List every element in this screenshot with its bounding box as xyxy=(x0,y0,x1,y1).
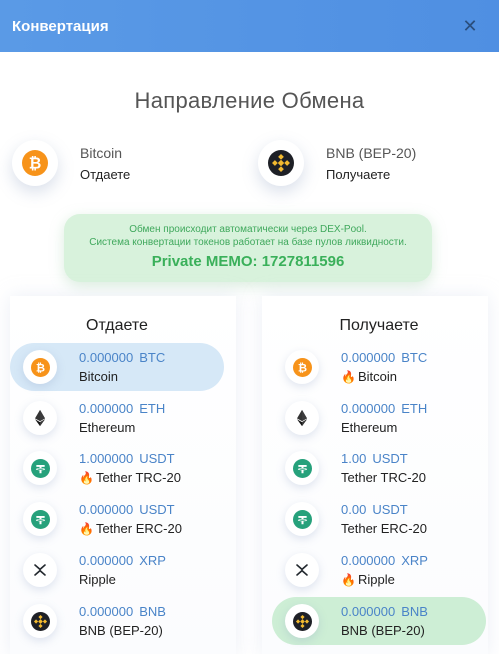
svg-text:₿: ₿ xyxy=(29,155,42,172)
fire-icon: 🔥 xyxy=(341,572,356,587)
get-column-title: Получаете xyxy=(339,317,419,334)
bitcoin-icon: ₿ xyxy=(285,350,319,384)
coin-name: BNB (BEP-20) xyxy=(341,623,425,638)
coin-amount: 1.000000 xyxy=(79,451,134,466)
svg-text:₿: ₿ xyxy=(297,362,306,374)
coin-amount: 0.000000 xyxy=(341,553,396,568)
coin-name: Tether TRC-20 xyxy=(341,470,427,485)
page-title: Направление Обмена xyxy=(134,88,365,113)
info-line-2: Система конвертации токенов работает на … xyxy=(89,237,407,248)
get-coin-row[interactable]: 0.00 USDT Tether ERC-20 xyxy=(272,495,486,543)
coin-name: Tether TRC-20 xyxy=(95,470,181,485)
get-coin-row[interactable]: 0.000000 XRP 🔥 Ripple xyxy=(272,546,486,594)
tether-icon xyxy=(285,451,319,485)
coin-name: Ethereum xyxy=(341,420,398,435)
ethereum-icon xyxy=(285,401,319,435)
coin-ticker: BNB xyxy=(139,604,166,619)
close-button[interactable]: ✕ xyxy=(459,15,481,37)
coin-amount: 0.000000 xyxy=(79,401,134,416)
modal-header: Конвертация ✕ xyxy=(0,0,499,52)
give-coin-row[interactable]: ₿ 0.000000 BTC Bitcoin xyxy=(10,343,224,391)
coin-ticker: ETH xyxy=(139,401,166,416)
tether-icon xyxy=(23,451,57,485)
get-coin-row[interactable]: 0.000000 BNB BNB (BEP-20) xyxy=(272,597,486,645)
coin-name: Ripple xyxy=(357,572,395,587)
give-coin-row[interactable]: 0.000000 BNB BNB (BEP-20) xyxy=(10,597,224,645)
coin-amount: 0.000000 xyxy=(79,502,134,517)
give-coin-row[interactable]: 1.000000 USDT 🔥 Tether TRC-20 xyxy=(10,444,224,492)
coin-name: Bitcoin xyxy=(357,369,397,384)
pair-give: ₿ Bitcoin Отдаете xyxy=(12,140,130,186)
coin-name: Tether ERC-20 xyxy=(95,521,182,536)
ripple-icon xyxy=(285,553,319,587)
coin-name: Ripple xyxy=(79,572,116,587)
coin-amount: 0.000000 xyxy=(79,604,134,619)
coin-name: BNB (BEP-20) xyxy=(79,623,163,638)
pair-get-name: BNB (BEP-20) xyxy=(326,144,417,161)
coin-ticker: USDT xyxy=(372,451,408,466)
give-coin-row[interactable]: 0.000000 USDT 🔥 Tether ERC-20 xyxy=(10,495,224,543)
coin-amount: 0.000000 xyxy=(341,604,396,619)
bnb-icon xyxy=(285,604,319,638)
info-box: Обмен происходит автоматически через DEX… xyxy=(64,214,432,282)
coin-amount: 0.000000 xyxy=(341,350,396,365)
coin-ticker: USDT xyxy=(372,502,408,517)
give-coin-row[interactable]: 0.000000 XRP Ripple xyxy=(10,546,224,594)
get-coin-row[interactable]: 0.000000 ETH Ethereum xyxy=(272,394,486,442)
coin-ticker: BTC xyxy=(401,350,428,365)
close-icon: ✕ xyxy=(462,15,478,36)
bitcoin-icon: ₿ xyxy=(22,150,48,176)
pair-get-role: Получаете xyxy=(326,166,391,182)
bitcoin-icon: ₿ xyxy=(23,350,57,384)
private-memo: Private MEMO: 1727811596 xyxy=(151,253,345,270)
ethereum-icon xyxy=(23,401,57,435)
coin-amount: 0.000000 xyxy=(79,350,134,365)
coin-amount: 0.000000 xyxy=(341,401,396,416)
coin-ticker: BTC xyxy=(139,350,166,365)
fire-icon: 🔥 xyxy=(79,521,94,536)
coin-name: Bitcoin xyxy=(79,369,119,384)
coin-ticker: ETH xyxy=(401,401,428,416)
pair-give-name: Bitcoin xyxy=(80,144,123,161)
tether-icon xyxy=(23,502,57,536)
svg-text:₿: ₿ xyxy=(35,362,44,374)
get-coin-row[interactable]: ₿ 0.000000 BTC 🔥 Bitcoin xyxy=(272,343,486,391)
bnb-icon xyxy=(268,150,294,176)
modal-title: Конвертация xyxy=(12,17,109,35)
coin-amount: 0.00 xyxy=(341,502,367,517)
give-column-title: Отдаете xyxy=(86,317,148,334)
fire-icon: 🔥 xyxy=(341,369,356,384)
coin-amount: 0.000000 xyxy=(79,553,134,568)
pair-give-role: Отдаете xyxy=(80,166,131,182)
coin-ticker: USDT xyxy=(139,451,175,466)
info-line-1: Обмен происходит автоматически через DEX… xyxy=(129,224,367,235)
pair-give-coin: ₿ xyxy=(12,140,58,186)
coin-amount: 1.00 xyxy=(341,451,367,466)
ripple-icon xyxy=(23,553,57,587)
coin-ticker: BNB xyxy=(401,604,428,619)
coin-name: Tether ERC-20 xyxy=(341,521,427,536)
tether-icon xyxy=(285,502,319,536)
coin-ticker: XRP xyxy=(139,553,166,568)
coin-ticker: USDT xyxy=(139,502,175,517)
coin-ticker: XRP xyxy=(401,553,428,568)
bnb-icon xyxy=(23,604,57,638)
pair-get: BNB (BEP-20) Получаете xyxy=(258,140,416,186)
get-coin-row[interactable]: 1.00 USDT Tether TRC-20 xyxy=(272,444,486,492)
coin-name: Ethereum xyxy=(79,420,136,435)
fire-icon: 🔥 xyxy=(79,470,94,485)
pair-get-coin xyxy=(258,140,304,186)
give-coin-row[interactable]: 0.000000 ETH Ethereum xyxy=(10,394,224,442)
